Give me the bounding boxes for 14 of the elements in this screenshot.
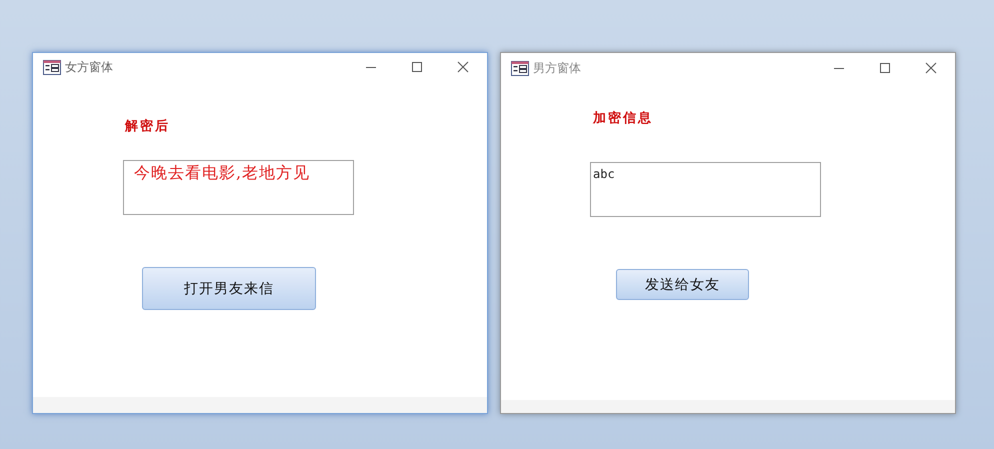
form-icon — [511, 60, 529, 76]
window-title: 女方窗体 — [65, 58, 114, 76]
form-label: 加密信息 — [593, 110, 653, 127]
close-icon[interactable] — [457, 61, 469, 73]
maximize-icon[interactable] — [879, 62, 891, 74]
text-field[interactable]: abc — [590, 162, 821, 217]
close-icon[interactable] — [925, 62, 937, 74]
text-field[interactable]: 今晚去看电影,老地方见 — [123, 160, 354, 215]
action-button[interactable]: 打开男友来信 — [142, 267, 316, 310]
action-button[interactable]: 发送给女友 — [616, 269, 749, 300]
maximize-icon[interactable] — [411, 61, 423, 73]
form-icon — [43, 60, 61, 74]
window-title: 男方窗体 — [533, 60, 582, 76]
form-label: 解密后 — [125, 118, 170, 135]
